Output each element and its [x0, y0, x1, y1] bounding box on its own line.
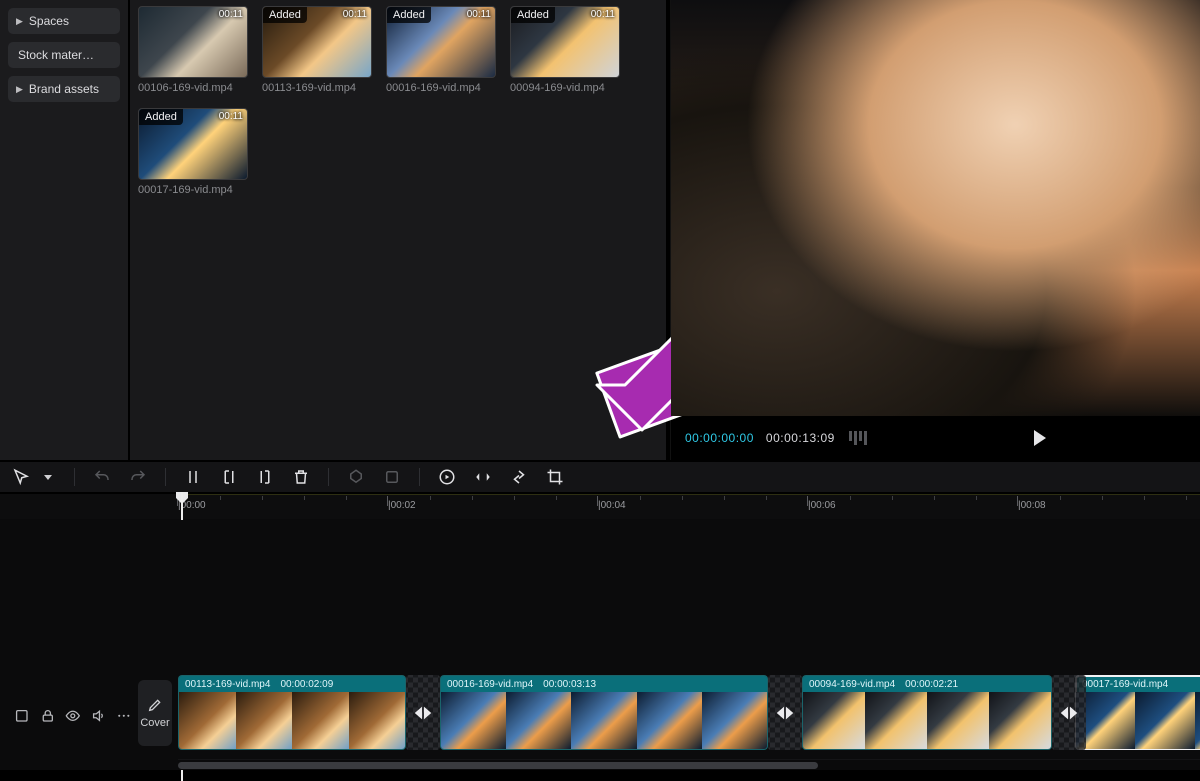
pencil-icon [147, 697, 163, 713]
sidebar-item-spaces[interactable]: ▶ Spaces [8, 8, 120, 34]
duration-label: 00:11 [343, 9, 367, 20]
media-thumb[interactable]: Added 00:11 [386, 6, 496, 78]
scroll-thumb[interactable] [178, 762, 818, 769]
added-badge: Added [387, 7, 431, 23]
preview-panel: 00:00:00:00 00:00:13:09 [670, 0, 1200, 460]
total-time: 00:00:13:09 [766, 431, 835, 445]
transition[interactable] [1052, 675, 1086, 750]
ruler-tick: |00:04 [598, 500, 626, 511]
trim-in-tool[interactable] [218, 466, 240, 488]
current-time: 00:00:00:00 [685, 431, 754, 445]
split-tool[interactable] [182, 466, 204, 488]
clip-filename: 00113-169-vid.mp4 [185, 679, 270, 690]
preview-playbar: 00:00:00:00 00:00:13:09 [671, 416, 1200, 460]
duration-label: 00:11 [219, 9, 243, 20]
chevron-right-icon: ▶ [16, 16, 23, 27]
play-button[interactable] [1034, 430, 1046, 446]
sidebar-item-label: Stock mater… [18, 48, 94, 62]
selection-icon[interactable] [14, 708, 30, 724]
marker-tool[interactable] [345, 466, 367, 488]
timeline-clip[interactable]: 00017-169-vid.mp4 [1075, 675, 1200, 750]
clip-header: 00017-169-vid.mp4 [1076, 676, 1200, 692]
chevron-down-icon [44, 475, 52, 480]
pointer-dropdown[interactable] [36, 466, 58, 488]
timeline-clip[interactable]: 00094-169-vid.mp4 00:00:02:21 [802, 675, 1052, 750]
clip-filename: 00017-169-vid.mp4 [1082, 679, 1168, 690]
clip-duration: 00:00:02:09 [280, 679, 333, 690]
clip-filename: 00016-169-vid.mp4 [447, 679, 533, 690]
boundary-tool[interactable] [381, 466, 403, 488]
timeline-ruler[interactable]: |00:00 |00:02 |00:04 |00:06 |00:08 [0, 494, 1200, 520]
timeline-clip[interactable]: 00113-169-vid.mp4 00:00:02:09 [178, 675, 406, 750]
media-thumb[interactable]: Added 00:11 [262, 6, 372, 78]
sidebar-item-brand-assets[interactable]: ▶ Brand assets [8, 76, 120, 102]
eye-icon[interactable] [65, 708, 81, 724]
timeline[interactable]: Cover 00113-169-vid.mp4 00:00:02:09 00016-… [0, 520, 1200, 770]
timeline-toolbar [0, 460, 1200, 494]
media-filename: 00017-169-vid.mp4 [138, 184, 248, 196]
transition-icon [1058, 702, 1080, 724]
media-filename: 00016-169-vid.mp4 [386, 82, 496, 94]
track-header [0, 688, 132, 744]
clip-duration: 00:00:02:21 [905, 679, 958, 690]
duration-label: 00:11 [219, 111, 243, 122]
preview-viewport[interactable] [671, 0, 1200, 416]
duration-label: 00:11 [467, 9, 491, 20]
audio-meter-icon [849, 431, 867, 445]
added-badge: Added [263, 7, 307, 23]
chevron-right-icon: ▶ [16, 84, 23, 95]
sidebar-item-label: Spaces [29, 14, 69, 28]
clip-duration: 00:00:03:13 [543, 679, 596, 690]
timeline-clip[interactable]: 00016-169-vid.mp4 00:00:03:13 [440, 675, 768, 750]
media-thumb[interactable]: Added 00:11 [138, 108, 248, 180]
crop-tool[interactable] [544, 466, 566, 488]
reverse-tool[interactable] [508, 466, 530, 488]
duration-label: 00:11 [591, 9, 615, 20]
added-badge: Added [139, 109, 183, 125]
transition[interactable] [768, 675, 802, 750]
more-icon[interactable] [116, 708, 132, 724]
ruler-tick: |00:02 [388, 500, 416, 511]
trim-out-tool[interactable] [254, 466, 276, 488]
sidebar-item-label: Brand assets [29, 82, 99, 96]
delete-tool[interactable] [290, 466, 312, 488]
cover-label: Cover [140, 717, 169, 729]
transition[interactable] [406, 675, 440, 750]
ruler-tick: |00:06 [808, 500, 836, 511]
media-thumb[interactable]: Added 00:11 [510, 6, 620, 78]
transition-icon [774, 702, 796, 724]
media-thumb[interactable]: 00:11 [138, 6, 248, 78]
clip-header: 00016-169-vid.mp4 00:00:03:13 [441, 676, 767, 692]
media-filename: 00094-169-vid.mp4 [510, 82, 620, 94]
mirror-tool[interactable] [472, 466, 494, 488]
horizontal-scrollbar[interactable] [178, 759, 1200, 770]
media-filename: 00106-169-vid.mp4 [138, 82, 248, 94]
pointer-tool[interactable] [10, 466, 32, 488]
clip-filename: 00094-169-vid.mp4 [809, 679, 895, 690]
left-sidebar: ▶ Spaces Stock mater… ▶ Brand assets [0, 0, 130, 460]
undo-button[interactable] [91, 466, 113, 488]
transition-icon [412, 702, 434, 724]
clip-header: 00094-169-vid.mp4 00:00:02:21 [803, 676, 1051, 692]
speed-tool[interactable] [436, 466, 458, 488]
sidebar-item-stock-material[interactable]: Stock mater… [8, 42, 120, 68]
added-badge: Added [511, 7, 555, 23]
speaker-icon[interactable] [91, 708, 107, 724]
media-library: 00:11 00106-169-vid.mp4 Added 00:11 0011… [130, 0, 670, 460]
redo-button[interactable] [127, 466, 149, 488]
cover-button[interactable]: Cover [138, 680, 172, 746]
media-filename: 00113-169-vid.mp4 [262, 82, 372, 94]
play-icon [1034, 430, 1046, 446]
ruler-tick: |00:08 [1018, 500, 1046, 511]
clip-header: 00113-169-vid.mp4 00:00:02:09 [179, 676, 405, 692]
lock-icon[interactable] [40, 708, 56, 724]
ruler-tick: |00:00 [178, 500, 206, 511]
